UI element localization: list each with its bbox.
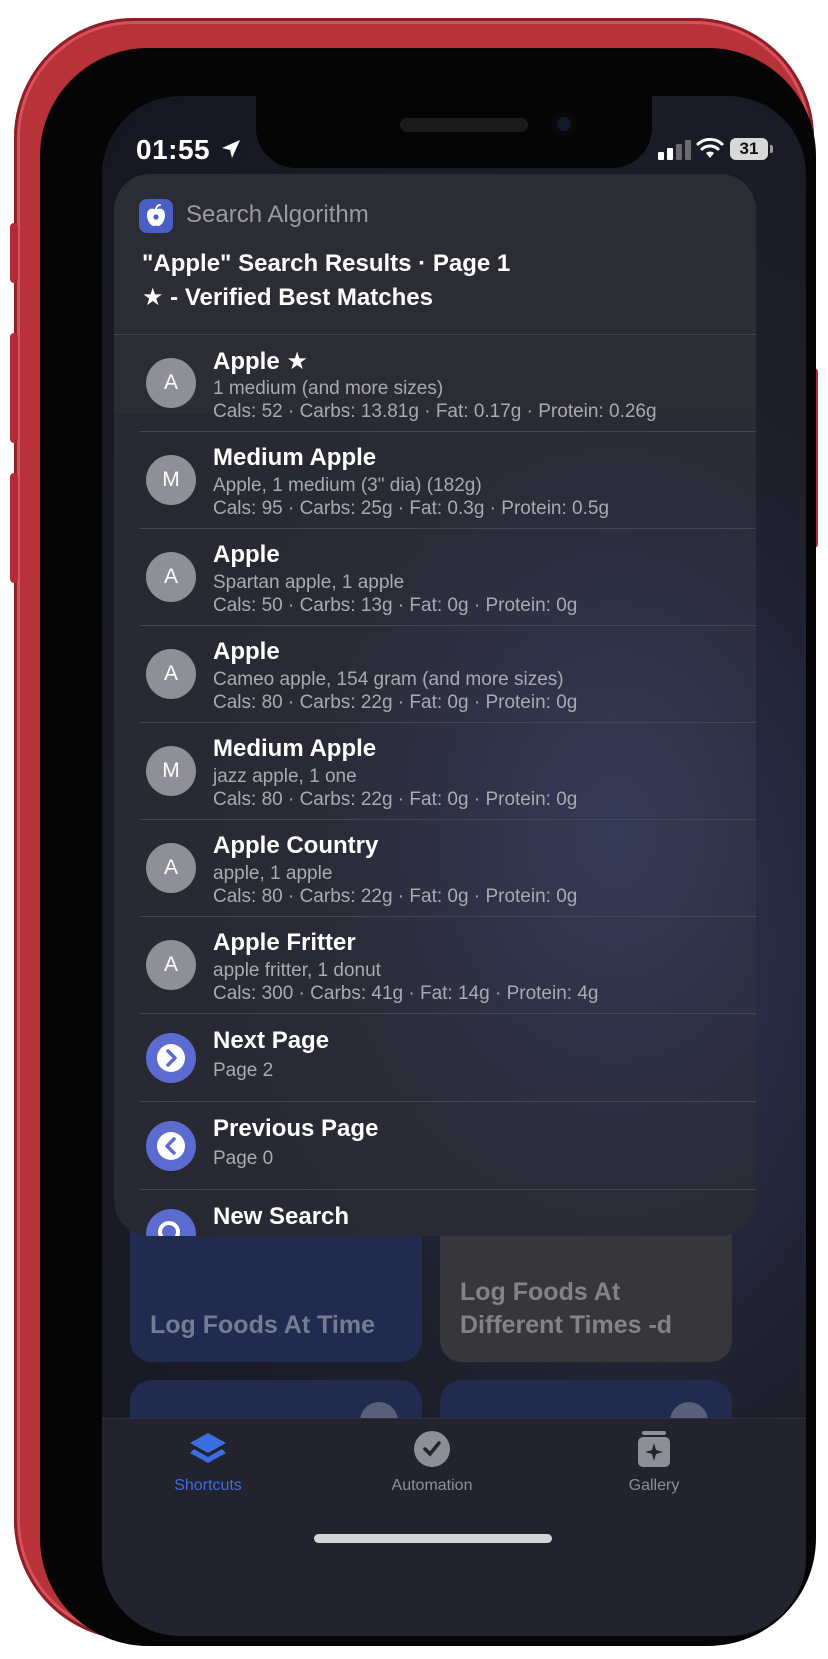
results-title: "Apple" Search Results · Page 1	[142, 250, 511, 277]
avatar: A	[146, 843, 196, 893]
gallery-sparkle-icon	[638, 1431, 670, 1467]
chevron-left-icon	[146, 1121, 196, 1171]
item-macros: Cals: 300 · Carbs: 41g · Fat: 14g · Prot…	[213, 983, 599, 1004]
notch	[256, 96, 652, 168]
volume-up-button	[10, 333, 18, 443]
cellular-signal-icon	[658, 140, 691, 160]
item-title: Medium Apple	[213, 735, 377, 762]
item-serving: Apple, 1 medium (3" dia) (182g)	[213, 475, 482, 496]
item-serving: apple fritter, 1 donut	[213, 960, 381, 981]
location-arrow-icon	[222, 140, 240, 158]
list-item[interactable]: M Medium Apple Apple, 1 medium (3" dia) …	[114, 432, 756, 529]
layers-icon	[190, 1433, 226, 1463]
item-title: New Search	[213, 1203, 350, 1230]
avatar: M	[146, 455, 196, 505]
battery-icon: 31	[730, 138, 768, 160]
tile-label: Log Foods At Time	[150, 1311, 375, 1339]
screen: Log Foods At Time Log Foods At Different…	[102, 96, 806, 1636]
list-item[interactable]: A Apple ★ 1 medium (and more sizes) Cals…	[114, 335, 756, 432]
volume-down-button	[10, 473, 18, 583]
tile-label-line2: Different Times -d	[460, 1311, 673, 1339]
avatar: A	[146, 358, 196, 408]
tab-bar: Shortcuts Automation Gallery	[102, 1418, 806, 1636]
tab-label: Automation	[391, 1477, 473, 1494]
phone-frame: Log Foods At Time Log Foods At Different…	[10, 18, 818, 1646]
battery-tip	[770, 145, 773, 153]
tile-label-line1: Log Foods At	[460, 1278, 621, 1306]
item-title: Medium Apple	[213, 444, 377, 471]
front-camera	[552, 112, 576, 136]
avatar: A	[146, 940, 196, 990]
item-serving: apple, 1 apple	[213, 863, 333, 884]
list-item[interactable]: A Apple Cameo apple, 154 gram (and more …	[114, 626, 756, 723]
tab-automation[interactable]: Automation	[362, 1427, 502, 1495]
clock-check-icon	[414, 1431, 450, 1467]
item-title: Apple	[213, 541, 280, 568]
list-item[interactable]: A Apple Spartan apple, 1 apple Cals: 50 …	[114, 529, 756, 626]
item-title: Next Page	[213, 1027, 330, 1054]
item-title: Previous Page	[213, 1115, 379, 1142]
apple-icon	[147, 204, 165, 226]
item-macros: Cals: 80 · Carbs: 22g · Fat: 0g · Protei…	[213, 692, 578, 713]
previous-page-item[interactable]: Previous Page Page 0	[114, 1102, 756, 1190]
avatar: M	[146, 746, 196, 796]
wifi-icon	[696, 138, 724, 158]
new-search-item[interactable]: New Search	[114, 1190, 756, 1236]
results-list: A Apple ★ 1 medium (and more sizes) Cals…	[114, 335, 756, 1236]
app-icon	[139, 199, 173, 233]
item-macros: Cals: 80 · Carbs: 22g · Fat: 0g · Protei…	[213, 886, 578, 907]
item-serving: jazz apple, 1 one	[213, 766, 357, 787]
search-results-panel: Search Algorithm "Apple" Search Results …	[114, 174, 756, 1236]
list-item[interactable]: A Apple Country apple, 1 apple Cals: 80 …	[114, 820, 756, 917]
silent-switch	[10, 223, 18, 283]
bezel: Log Foods At Time Log Foods At Different…	[40, 48, 816, 1646]
tile-label: Log Foods At Different Times -d	[460, 1276, 672, 1342]
item-macros: Cals: 80 · Carbs: 22g · Fat: 0g · Protei…	[213, 789, 578, 810]
item-serving: 1 medium (and more sizes)	[213, 378, 444, 399]
list-item[interactable]: A Apple Fritter apple fritter, 1 donut C…	[114, 917, 756, 1014]
verified-legend: ★ - Verified Best Matches	[142, 284, 433, 311]
item-title: Apple ★	[213, 348, 308, 375]
next-page-item[interactable]: Next Page Page 2	[114, 1014, 756, 1102]
item-serving: Spartan apple, 1 apple	[213, 572, 405, 593]
item-macros: Cals: 50 · Carbs: 13g · Fat: 0g · Protei…	[213, 595, 578, 616]
tab-shortcuts[interactable]: Shortcuts	[138, 1427, 278, 1495]
item-macros: Cals: 95 · Carbs: 25g · Fat: 0.3g · Prot…	[213, 498, 610, 519]
speaker-grille	[400, 118, 528, 132]
list-item[interactable]: M Medium Apple jazz apple, 1 one Cals: 8…	[114, 723, 756, 820]
tab-label: Shortcuts	[174, 1477, 242, 1494]
item-subtitle: Page 0	[213, 1148, 274, 1169]
home-indicator[interactable]	[314, 1534, 552, 1543]
search-icon	[146, 1209, 196, 1236]
item-title: Apple	[213, 638, 280, 665]
item-serving: Cameo apple, 154 gram (and more sizes)	[213, 669, 564, 690]
avatar: A	[146, 552, 196, 602]
status-time: 01:55	[136, 134, 211, 165]
avatar: A	[146, 649, 196, 699]
item-title: Apple Country	[213, 832, 379, 859]
item-subtitle: Page 2	[213, 1060, 274, 1081]
item-macros: Cals: 52 · Carbs: 13.81g · Fat: 0.17g · …	[213, 401, 657, 422]
item-title: Apple Fritter	[213, 929, 356, 956]
app-name: Search Algorithm	[186, 201, 369, 228]
chevron-right-icon	[146, 1033, 196, 1083]
tab-gallery[interactable]: Gallery	[584, 1427, 724, 1495]
tab-label: Gallery	[628, 1477, 680, 1494]
